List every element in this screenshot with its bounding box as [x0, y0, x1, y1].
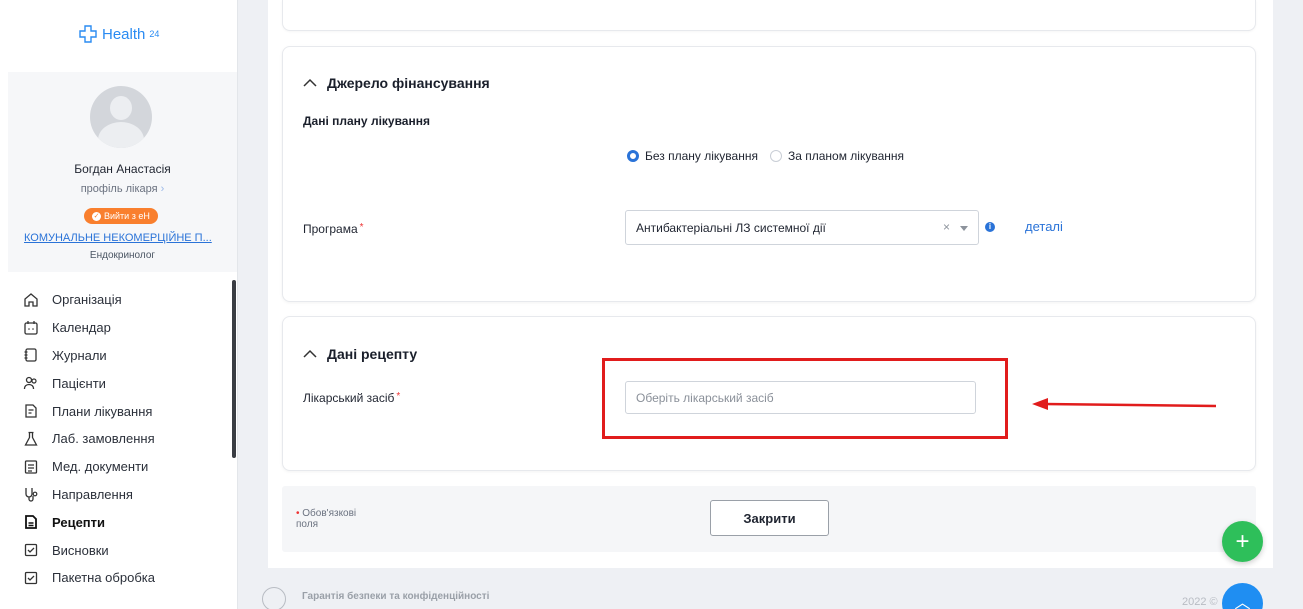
scroll-top-button[interactable]: ︿ [1222, 583, 1263, 609]
checklist-icon [22, 541, 40, 559]
sidebar-item-prescriptions[interactable]: Рецепти [22, 508, 155, 536]
chevron-up-icon: ︿ [1234, 595, 1251, 609]
medication-label-text: Лікарський засіб [303, 391, 395, 405]
document-icon [22, 458, 40, 476]
home-icon [22, 291, 40, 309]
treatment-plan-icon [22, 402, 40, 420]
required-asterisk: * [359, 222, 364, 233]
security-guarantee-text: Гарантія безпеки та конфіденційності [302, 591, 490, 602]
radio-without-plan-label[interactable]: Без плану лікування [645, 149, 758, 163]
radio-with-plan[interactable] [769, 150, 782, 162]
required-fields-note: • Обов'язкові поля [296, 508, 357, 530]
required-fields-note-text: Обов'язкові поля [296, 508, 357, 530]
treatment-plan-radio-group: Без плану лікування За планом лікування [627, 149, 904, 163]
chevron-down-icon[interactable] [960, 226, 968, 231]
prescription-icon [22, 513, 40, 531]
form-footer: • Обов'язкові поля Закрити [282, 486, 1256, 552]
sidebar-item-label: Журнали [52, 347, 107, 363]
check-circle-icon: ✓ [92, 211, 101, 221]
batch-icon [22, 569, 40, 587]
details-link[interactable]: деталі [1025, 219, 1063, 234]
sidebar-item-label: Лаб. замовлення [52, 431, 155, 447]
sidebar-menu: Організація Календар Журнали Пацієнти Пл… [22, 286, 155, 592]
sidebar-item-treatment-plans[interactable]: Плани лікування [22, 397, 155, 425]
prescription-section-header[interactable]: Дані рецепту [303, 346, 417, 362]
sidebar-item-organization[interactable]: Організація [22, 286, 155, 314]
ehealth-logout-label: Вийти з eH [104, 211, 150, 221]
clear-icon[interactable]: × [943, 220, 950, 234]
sidebar-item-batch-processing[interactable]: Пакетна обробка [22, 564, 155, 592]
doctor-name: Богдан Анастасія [74, 162, 171, 176]
sidebar-item-med-documents[interactable]: Мед. документи [22, 453, 155, 481]
program-select[interactable]: Антибактеріальні ЛЗ системної дії × [625, 210, 979, 245]
annotation-arrow-icon [1032, 398, 1217, 410]
shield-icon [262, 587, 286, 609]
program-select-value: Антибактеріальні ЛЗ системної дії [636, 220, 826, 235]
sidebar-item-journals[interactable]: Журнали [22, 342, 155, 370]
sidebar: Health 24 Богдан Анастасія профіль лікаря… [0, 0, 238, 609]
doctor-specialty: Ендокринолог [89, 250, 156, 261]
add-fab-button[interactable]: + [1222, 521, 1263, 562]
sidebar-item-label: Плани лікування [52, 403, 153, 419]
referral-icon [22, 485, 40, 503]
patients-icon [22, 374, 40, 392]
program-label-text: Програма [303, 222, 358, 236]
doctor-profile-link-label: профіль лікаря [80, 183, 158, 195]
health-cross-icon [79, 25, 97, 43]
financing-section-title: Джерело фінансування [327, 75, 490, 91]
financing-source-card: Джерело фінансування Дані плану лікуванн… [282, 46, 1256, 302]
medication-label: Лікарський засіб * [303, 391, 400, 405]
sidebar-scrollbar[interactable] [232, 280, 236, 458]
sidebar-item-referrals[interactable]: Направлення [22, 481, 155, 509]
radio-without-plan[interactable] [627, 150, 639, 162]
prescription-section-title: Дані рецепту [327, 346, 418, 362]
chevron-right-icon: › [160, 183, 165, 195]
sidebar-item-label: Висновки [52, 542, 109, 558]
annotation-highlight-box [602, 358, 1008, 439]
chevron-up-icon [303, 349, 317, 358]
app-logo[interactable]: Health 24 [78, 24, 159, 44]
ehealth-logout-button[interactable]: ✓ Вийти з eH [84, 208, 158, 224]
sidebar-item-label: Мед. документи [52, 459, 149, 475]
copyright-text: 2022 © [1182, 596, 1218, 608]
financing-section-header[interactable]: Джерело фінансування [303, 75, 490, 91]
sidebar-item-label: Рецепти [52, 514, 106, 530]
sidebar-item-label: Організація [52, 292, 122, 308]
logo-superscript: 24 [149, 29, 160, 39]
sidebar-item-label: Направлення [52, 486, 133, 502]
close-button[interactable]: Закрити [710, 500, 829, 536]
previous-section-card [282, 0, 1256, 31]
doctor-profile-link[interactable]: профіль лікаря › [8, 183, 237, 195]
sidebar-item-patients[interactable]: Пацієнти [22, 369, 155, 397]
avatar [90, 86, 152, 148]
calendar-icon [22, 319, 40, 337]
organization-link[interactable]: КОМУНАЛЬНЕ НЕКОМЕРЦІЙНЕ П... [24, 232, 212, 244]
sidebar-item-label: Пацієнти [52, 375, 106, 391]
treatment-plan-subtitle: Дані плану лікування [303, 114, 430, 128]
profile-panel: Богдан Анастасія профіль лікаря › ✓ Вийти… [8, 72, 237, 272]
flask-icon [22, 430, 40, 448]
required-asterisk: * [396, 391, 401, 402]
sidebar-item-label: Пакетна обробка [52, 570, 155, 586]
sidebar-item-lab-orders[interactable]: Лаб. замовлення [22, 425, 155, 453]
sidebar-item-label: Календар [52, 320, 111, 336]
journal-icon [22, 346, 40, 364]
logo-text: Health [102, 25, 146, 43]
chevron-up-icon [303, 78, 317, 87]
info-icon[interactable]: i [985, 222, 995, 232]
sidebar-item-conclusions[interactable]: Висновки [22, 536, 155, 564]
program-label: Програма * [303, 222, 364, 236]
sidebar-item-calendar[interactable]: Календар [22, 314, 155, 342]
radio-with-plan-label[interactable]: За планом лікування [788, 149, 904, 163]
